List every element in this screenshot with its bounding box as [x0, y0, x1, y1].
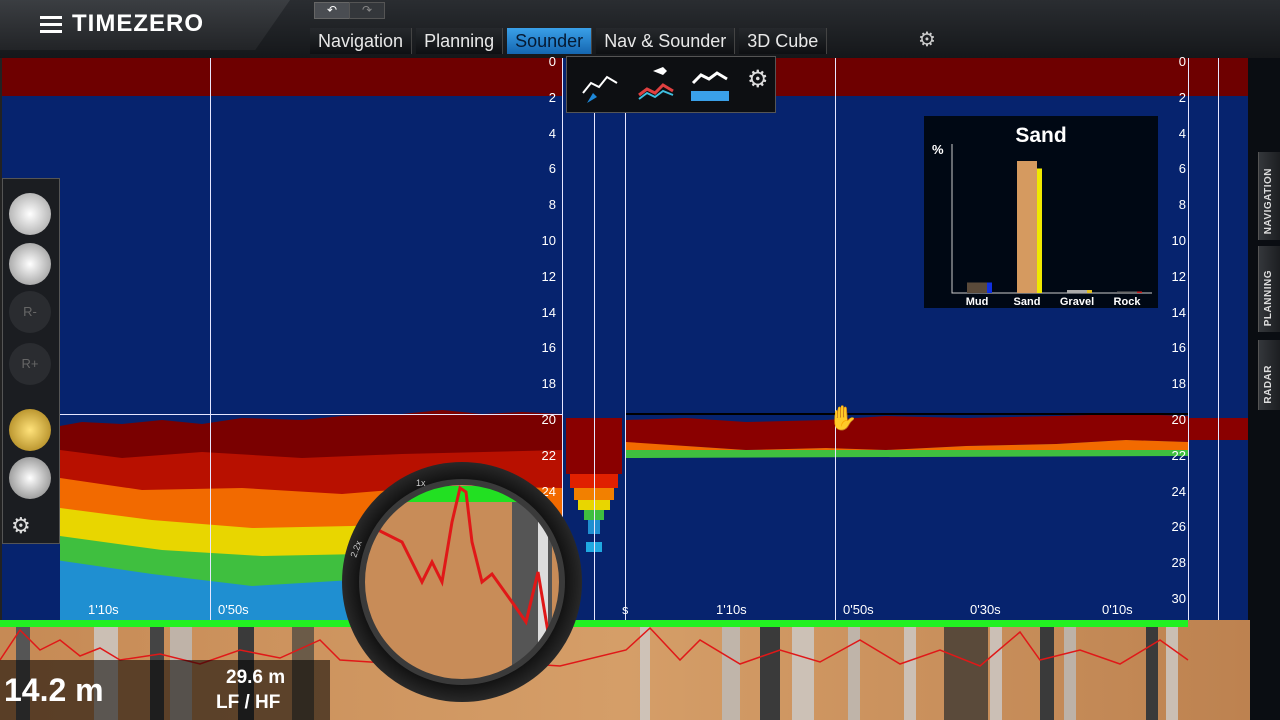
depth-tick-label: 30 [1171, 591, 1186, 606]
chart-bar-mud [967, 282, 987, 293]
side-tab-radar[interactable]: RADAR [1258, 340, 1280, 410]
hand-icon[interactable] [9, 409, 51, 451]
depth-tick-label: 2 [548, 89, 556, 105]
menu-icon[interactable] [40, 16, 62, 33]
depth-tick-label: 26 [1171, 519, 1186, 535]
time-label: 0'30s [970, 602, 1001, 617]
tab-3d-cube[interactable]: 3D Cube [739, 28, 828, 54]
grid-line-vertical [835, 58, 836, 620]
depth-tick-label: 18 [1171, 376, 1186, 392]
boat-icon[interactable] [9, 193, 51, 235]
tab-sounder[interactable]: Sounder [507, 28, 593, 54]
depth-tick-label: 10 [1171, 233, 1186, 248]
grid-line-vertical [1218, 58, 1219, 620]
chart-bar-secondary-mud [987, 282, 992, 293]
time-label: 0'50s [218, 602, 249, 617]
side-tab-label: NAVIGATION [1263, 167, 1274, 234]
marker-icon[interactable] [9, 457, 51, 499]
depth-tick-label: 2 [1178, 89, 1186, 105]
range-readout: 29.6 m [226, 667, 286, 688]
side-tab-navigation[interactable]: NAVIGATION [1258, 152, 1280, 240]
bottom-lock-icon[interactable] [687, 63, 733, 105]
depth-tick-label: 22 [541, 447, 556, 463]
side-tab-label: PLANNING [1263, 269, 1274, 326]
depth-readout: 14.2 m [4, 672, 104, 708]
side-tab-label: RADAR [1263, 365, 1274, 404]
magnifier-scale-side: 2.2x [348, 539, 363, 559]
zoom-magnifier[interactable]: 1x 2.2x [342, 462, 582, 702]
chart-bar-rock [1117, 291, 1137, 293]
depth-tick-label: 22 [1171, 447, 1186, 463]
tab-nav-sounder[interactable]: Nav & Sounder [596, 28, 736, 54]
tab-planning[interactable]: Planning [416, 28, 504, 54]
depth-tick-label: 12 [1171, 268, 1186, 284]
depth-tick-label: 28 [1171, 555, 1186, 571]
chart-axes [951, 144, 1152, 294]
time-label: 1'10s [88, 602, 119, 617]
depth-tick-label: 10 [541, 233, 556, 248]
zoom-tool-icon[interactable] [9, 243, 51, 285]
range-plus-icon[interactable]: R+ [9, 343, 51, 385]
depth-tick-label: 6 [548, 161, 556, 177]
left-toolbar: R- R+ ⚙ [2, 178, 60, 544]
app-logo: TIMEZERO [72, 10, 204, 37]
redo-button[interactable]: ↷ [349, 2, 385, 19]
popup-settings-gear-icon[interactable]: ⚙ [747, 65, 769, 94]
chart-bar-gravel [1067, 290, 1087, 293]
depth-tick-label: 12 [541, 268, 556, 284]
chart-category-label: Gravel [1060, 296, 1094, 308]
tab-settings-gear-icon[interactable]: ⚙ [918, 27, 942, 51]
grid-line-vertical [210, 58, 211, 620]
depth-tick-label: 20 [1171, 412, 1186, 427]
grid-line-vertical [594, 58, 595, 620]
magnifier-scale-top: 1x [416, 478, 426, 488]
echo-cursor-icon[interactable] [577, 63, 623, 105]
chart-category-label: Sand [1014, 296, 1041, 308]
depth-tick-label: 16 [1171, 340, 1186, 356]
ground-status-bar [0, 620, 1188, 627]
depth-tick-label: 0 [548, 54, 556, 69]
bottom-discrimination-chart: Sand % Mud Sand Gravel Rock [924, 116, 1158, 308]
undo-button[interactable]: ↶ [314, 2, 350, 19]
magnifier-view: 1x 2.2x [348, 478, 565, 685]
depth-tick-label: 8 [1178, 197, 1186, 213]
time-label: 0'10s [1102, 602, 1133, 617]
chart-plot: Mud Sand Gravel Rock [951, 144, 1152, 308]
hand-cursor-icon: ✋ [828, 405, 858, 432]
range-minus-icon[interactable]: R- [9, 291, 51, 333]
chart-bar-secondary-rock [1137, 291, 1142, 293]
side-tab-planning[interactable]: PLANNING [1258, 246, 1280, 332]
chart-category-label: Rock [1114, 296, 1142, 308]
depth-tick-label: 24 [1171, 483, 1186, 499]
chart-bar-secondary-gravel [1087, 290, 1092, 293]
sounder-tool-popup: ⚙ [566, 56, 776, 113]
chart-bar-secondary-sand [1037, 168, 1042, 293]
depth-tick-label: 6 [1178, 161, 1186, 177]
workspace-tabs: Navigation Planning Sounder Nav & Sounde… [310, 28, 828, 54]
time-label: s [622, 602, 629, 617]
chart-category-label: Mud [966, 296, 989, 308]
gears-icon[interactable]: ⚙ [11, 513, 31, 539]
grid-line-horizontal [2, 414, 562, 415]
depth-tick-label: 4 [548, 125, 556, 141]
depth-tick-label: 14 [541, 304, 556, 320]
frequency-readout: LF / HF [216, 692, 281, 713]
chart-bar-sand [1017, 161, 1037, 293]
depth-tick-label: 18 [541, 376, 556, 392]
depth-tick-label: 20 [541, 412, 556, 427]
time-label: 0'50s [843, 602, 874, 617]
time-label: 1'10s [716, 602, 747, 617]
fish-echo-icon[interactable] [633, 63, 679, 105]
depth-tick-label: 16 [541, 340, 556, 356]
tab-navigation[interactable]: Navigation [310, 28, 413, 54]
depth-tick-label: 14 [1171, 304, 1186, 320]
depth-tick-label: 4 [1178, 125, 1186, 141]
depth-tick-label: 0 [1178, 54, 1186, 69]
depth-tick-label: 8 [548, 197, 556, 213]
